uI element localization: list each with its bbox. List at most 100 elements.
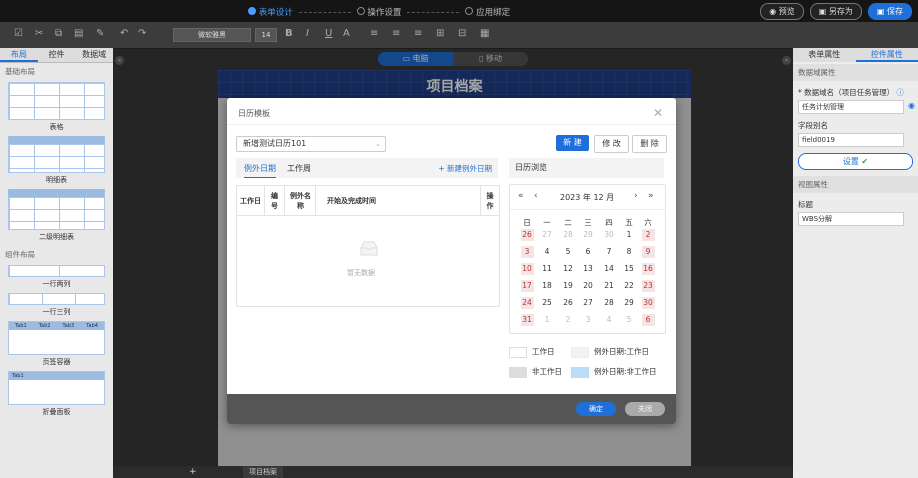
save-button[interactable]: ▣ 保存 [867,3,912,20]
calendar-day[interactable]: 28 [562,229,575,241]
edit-button[interactable]: 修 改 [594,135,629,153]
calendar-day[interactable]: 27 [541,229,554,241]
delete-button[interactable]: 删 除 [632,135,667,153]
format-brush-icon[interactable]: ✎ [96,28,104,39]
tab-work-week[interactable]: 工作周 [287,163,311,174]
calendar-day[interactable]: 30 [603,229,616,241]
calendar-day[interactable]: 1 [541,314,554,326]
font-size-select[interactable]: 14 [255,28,277,42]
calendar-day[interactable]: 31 [520,314,534,326]
cut-icon[interactable]: ✂ [35,28,43,39]
copy-icon[interactable]: ⧉ [55,28,62,39]
calendar-day[interactable]: 8 [623,246,636,258]
redo-icon[interactable]: ↷ [138,28,146,39]
alias-input[interactable]: field0019 [798,133,904,147]
undo-icon[interactable]: ↶ [120,28,128,39]
align-right-icon[interactable]: ≡ [414,28,422,39]
title-input[interactable]: WBS分解 [798,212,904,226]
calendar-day[interactable]: 24 [520,297,534,309]
tab-data-domain[interactable]: 数据域 [75,48,113,62]
layout-one-row-two-cols[interactable]: 一行两列 [8,265,105,289]
split-cells-icon[interactable]: ⊟ [458,28,466,39]
calendar-day[interactable]: 22 [623,280,636,292]
prev-month-icon[interactable]: ‹ [534,191,538,201]
add-exception-link[interactable]: + 新建例外日期 [438,163,492,174]
align-left-icon[interactable]: ≡ [370,28,378,39]
layout-table[interactable]: 表格 [8,82,105,132]
domain-target-icon[interactable]: ◉ [908,101,915,110]
new-button[interactable]: 新 建 [556,135,589,151]
bold-button[interactable]: B [285,28,293,39]
next-year-icon[interactable]: » [648,191,654,201]
calendar-day[interactable]: 11 [541,263,554,275]
checkbox-icon[interactable]: ☑ [14,28,23,39]
calendar-day[interactable]: 14 [603,263,616,275]
italic-button[interactable]: I [306,28,309,39]
layout-detail-table[interactable]: 明细表 [8,136,105,185]
next-month-icon[interactable]: › [634,191,638,201]
confirm-button[interactable]: 确定 [576,402,616,416]
save-as-button[interactable]: ▣ 另存为 [809,3,862,20]
calendar-day[interactable]: 5 [623,314,636,326]
calendar-day[interactable]: 26 [562,297,575,309]
calendar-select[interactable]: 新增测试日历101 ⌄ [236,136,386,152]
calendar-day[interactable]: 10 [520,263,534,275]
calendar-day[interactable]: 1 [623,229,636,241]
calendar-day[interactable]: 13 [582,263,595,275]
calendar-day[interactable]: 3 [520,246,534,258]
sheet-tab[interactable]: 项目档案 [243,466,283,478]
close-button[interactable]: 关闭 [625,402,665,416]
merge-cells-icon[interactable]: ⊞ [436,28,444,39]
calendar-day[interactable]: 26 [520,229,534,241]
calendar-day[interactable]: 4 [603,314,616,326]
layout-tab-container[interactable]: Tab1 Tab2 Tab3 Tab4 页签容器 [8,321,105,367]
calendar-day[interactable]: 20 [582,280,595,292]
calendar-day[interactable]: 23 [641,280,655,292]
align-center-icon[interactable]: ≡ [392,28,400,39]
add-sheet-button[interactable]: + [189,466,197,478]
calendar-day[interactable]: 2 [641,229,655,241]
calendar-day[interactable]: 29 [623,297,636,309]
calendar-day[interactable]: 29 [582,229,595,241]
calendar-day[interactable]: 6 [582,246,595,258]
calendar-day[interactable]: 6 [641,314,655,326]
calendar-day[interactable]: 16 [641,263,655,275]
tab-form-properties[interactable]: 表单属性 [793,48,856,62]
calendar-day[interactable]: 19 [562,280,575,292]
calendar-day[interactable]: 5 [562,246,575,258]
calendar-day[interactable]: 30 [641,297,655,309]
calendar-day[interactable]: 12 [562,263,575,275]
tab-exception-dates[interactable]: 例外日期 [244,163,276,178]
font-family-select[interactable]: 微软雅黑 [173,28,251,42]
calendar-day[interactable]: 7 [603,246,616,258]
layout-second-detail-table[interactable]: 二级明细表 [8,189,105,242]
calendar-day[interactable]: 27 [582,297,595,309]
calendar-day[interactable]: 9 [641,246,655,258]
step-operation-settings[interactable]: 操作设置 [356,6,401,18]
prev-year-icon[interactable]: « [518,191,524,201]
calendar-day[interactable]: 15 [623,263,636,275]
calendar-day[interactable]: 2 [562,314,575,326]
calendar-day[interactable]: 3 [582,314,595,326]
layout-one-row-three-cols[interactable]: 一行三列 [8,293,105,317]
calendar-day[interactable]: 18 [541,280,554,292]
calendar-day[interactable]: 4 [541,246,554,258]
tab-layout[interactable]: 布局 [0,48,38,62]
settings-button[interactable]: 设置 ✔ [798,153,913,170]
calendar-day[interactable]: 25 [541,297,554,309]
font-color-button[interactable]: A [343,28,350,39]
tab-controls[interactable]: 控件 [38,48,76,62]
calendar-day[interactable]: 17 [520,280,534,292]
help-icon[interactable]: ⓘ [897,88,905,97]
layout-collapse-panel[interactable]: Tab1 折叠面板 [8,371,105,417]
underline-button[interactable]: U [325,28,332,39]
tab-control-properties[interactable]: 控件属性 [855,48,918,62]
close-icon[interactable]: ✕ [653,106,663,120]
calendar-day[interactable]: 21 [603,280,616,292]
domain-input[interactable]: 任务计划管理 [798,100,904,114]
calendar-day[interactable]: 28 [603,297,616,309]
step-app-binding[interactable]: 应用绑定 [465,6,510,18]
step-form-design[interactable]: 表单设计 [248,6,293,18]
preview-button[interactable]: ◉ 预览 [760,3,804,20]
paste-icon[interactable]: ▤ [74,28,83,39]
